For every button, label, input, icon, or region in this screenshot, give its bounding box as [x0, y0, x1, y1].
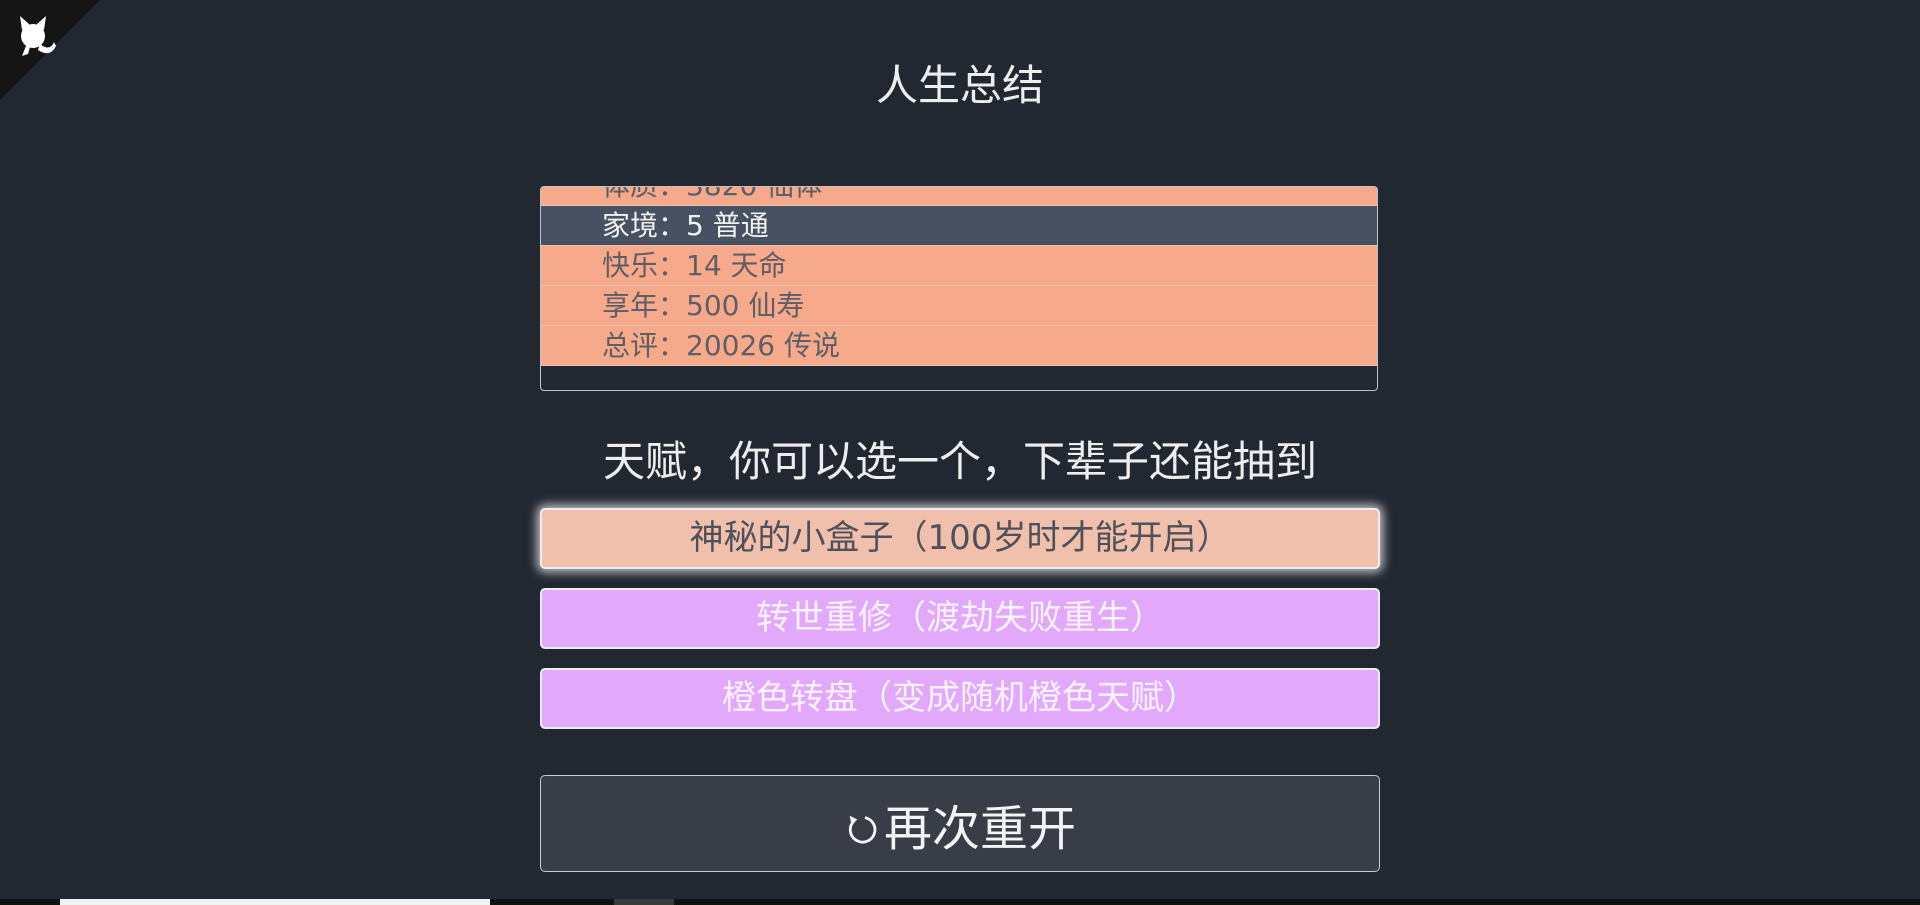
page-title: 人生总结 [875, 61, 1044, 110]
life-summary-panel[interactable]: 体质：3820 仙体 家境：5 普通 快乐：14 天命 享年：500 仙寿 总评… [540, 186, 1378, 391]
bottom-strip-segment [60, 899, 490, 905]
summary-list: 体质：3820 仙体 家境：5 普通 快乐：14 天命 享年：500 仙寿 总评… [541, 187, 1377, 366]
talent-option-reincarnation[interactable]: 转世重修（渡劫失败重生） [540, 588, 1380, 649]
talent-option-orange-wheel[interactable]: 橙色转盘（变成随机橙色天赋） [540, 668, 1380, 729]
talent-prompt: 天赋，你可以选一个，下辈子还能抽到 [602, 437, 1317, 486]
restart-label: 再次重开 [883, 800, 1076, 857]
summary-row-lifespan: 享年：500 仙寿 [541, 286, 1377, 326]
refresh-icon [848, 815, 877, 844]
summary-row-total: 总评：20026 传说 [541, 326, 1377, 366]
bottom-strip [0, 899, 1920, 905]
summary-row-constitution: 体质：3820 仙体 [541, 187, 1377, 206]
summary-row-happiness: 快乐：14 天命 [541, 246, 1377, 286]
talent-option-mystery-box[interactable]: 神秘的小盒子（100岁时才能开启） [540, 508, 1380, 569]
bottom-strip-segment [614, 899, 674, 905]
restart-button[interactable]: 再次重开 [540, 775, 1380, 872]
summary-row-family: 家境：5 普通 [541, 206, 1377, 246]
